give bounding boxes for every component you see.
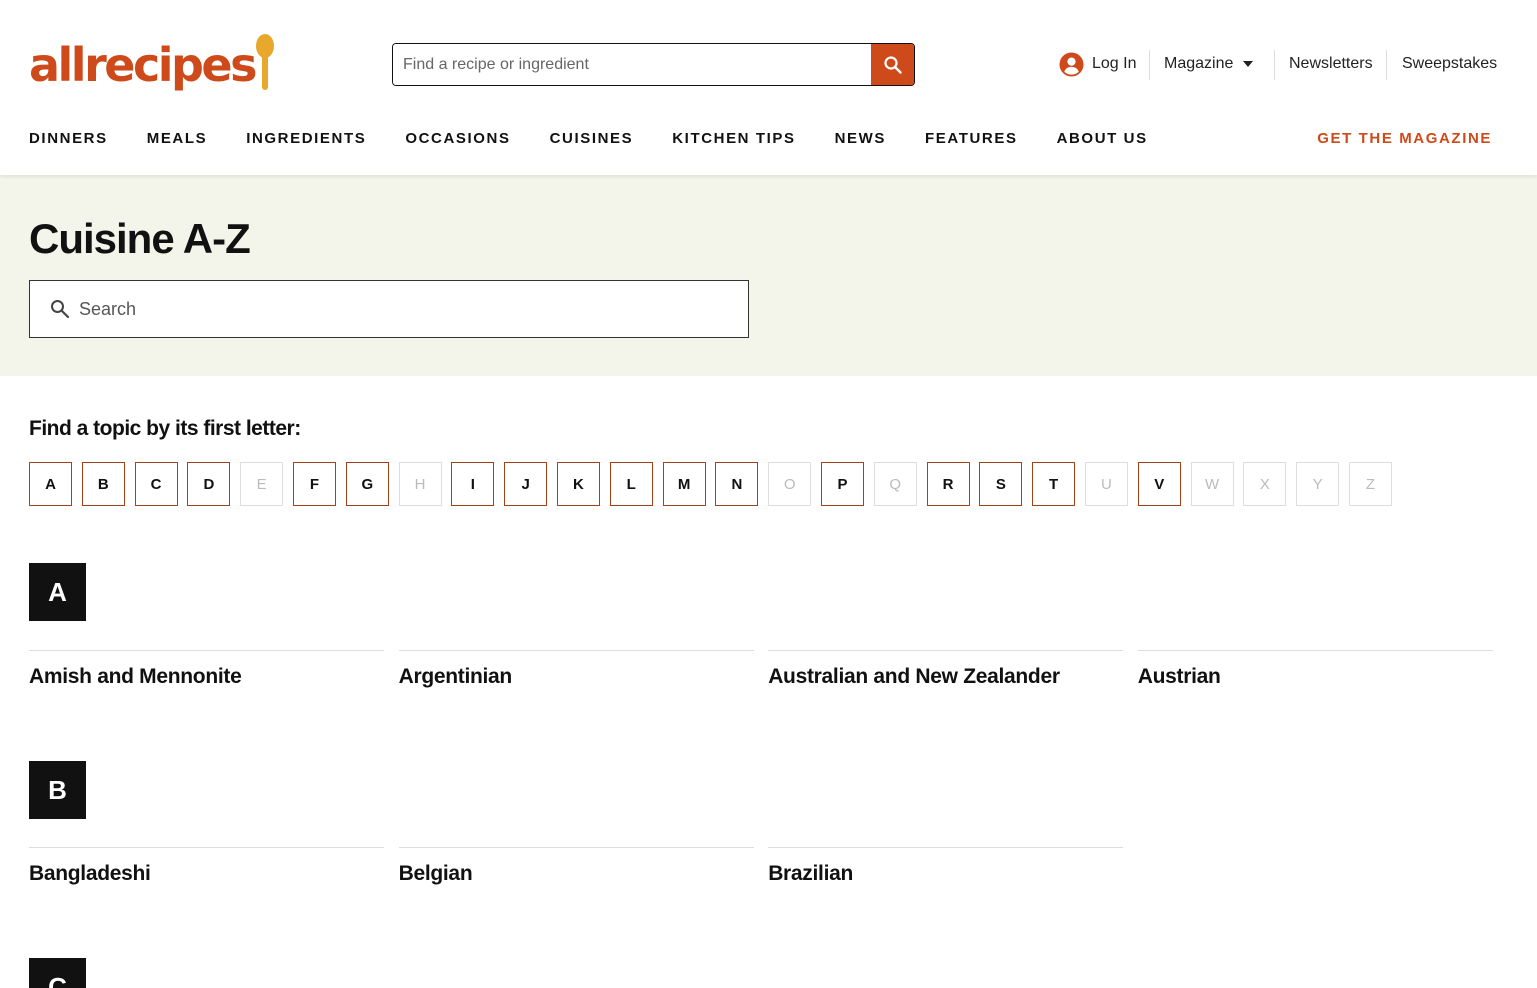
- magazine-label: Magazine: [1164, 55, 1234, 72]
- login-link[interactable]: Log In: [1059, 48, 1136, 80]
- letter-button-s[interactable]: S: [979, 462, 1023, 506]
- topic-link[interactable]: Argentinian: [398, 650, 754, 689]
- caret-down-icon: [1243, 61, 1254, 67]
- letter-button-o: O: [768, 462, 812, 506]
- letter-button-t[interactable]: T: [1032, 462, 1076, 506]
- hero-band: Cuisine A-Z: [0, 175, 1537, 376]
- utility-divider: [1386, 50, 1387, 80]
- nav-item-cuisines[interactable]: CUISINES: [550, 130, 634, 152]
- letter-index-title: Find a topic by its first letter:: [29, 417, 301, 440]
- login-label: Log In: [1092, 55, 1137, 72]
- site-header: allrecipes Log In Magazine Newsletters S…: [0, 0, 1537, 175]
- nav-item-ingredients[interactable]: INGREDIENTS: [246, 130, 366, 152]
- letter-button-g[interactable]: G: [345, 462, 389, 506]
- letter-button-d[interactable]: D: [187, 462, 231, 506]
- nav-item-kitchen-tips[interactable]: KITCHEN TIPS: [672, 130, 795, 152]
- letter-button-k[interactable]: K: [556, 462, 600, 506]
- letter-button-z: Z: [1348, 462, 1392, 506]
- letter-button-h: H: [398, 462, 442, 506]
- nav-item-features[interactable]: FEATURES: [925, 130, 1018, 152]
- topic-search-input[interactable]: [79, 298, 679, 320]
- utility-divider: [1149, 50, 1150, 80]
- letter-button-v[interactable]: V: [1137, 462, 1181, 506]
- letter-button-m[interactable]: M: [662, 462, 706, 506]
- user-circle-icon: [1059, 51, 1084, 77]
- letter-button-j[interactable]: J: [504, 462, 548, 506]
- header-search-button[interactable]: [871, 44, 914, 85]
- header-search-input[interactable]: [393, 44, 871, 85]
- letter-button-u: U: [1084, 462, 1128, 506]
- letter-button-a[interactable]: A: [29, 462, 72, 506]
- page-title: Cuisine A-Z: [29, 215, 251, 262]
- letter-index: ABCDEFGHIJKLMNOPQRSTUVWXYZ: [29, 462, 1402, 506]
- topic-search: [29, 280, 749, 338]
- main-nav: DINNERS MEALS INGREDIENTS OCCASIONS CUIS…: [29, 130, 1187, 152]
- topic-link[interactable]: Amish and Mennonite: [29, 650, 384, 689]
- newsletters-link[interactable]: Newsletters: [1289, 48, 1373, 80]
- topic-link[interactable]: Brazilian: [768, 847, 1124, 886]
- letter-button-b[interactable]: B: [81, 462, 125, 506]
- letter-button-i[interactable]: I: [451, 462, 495, 506]
- letter-button-e: E: [240, 462, 284, 506]
- letter-button-q: Q: [873, 462, 917, 506]
- magazine-dropdown[interactable]: Magazine: [1164, 48, 1254, 80]
- nav-item-about-us[interactable]: ABOUT US: [1057, 130, 1148, 152]
- search-icon: [51, 300, 70, 319]
- utility-divider: [1274, 50, 1275, 80]
- section-letter-badge: B: [29, 761, 86, 819]
- topic-link[interactable]: Bangladeshi: [29, 847, 384, 886]
- nav-item-news[interactable]: NEWS: [835, 130, 886, 152]
- allrecipes-logo[interactable]: allrecipes: [29, 34, 275, 96]
- section-letter-badge: A: [29, 563, 86, 621]
- letter-button-f[interactable]: F: [292, 462, 336, 506]
- header-search: [392, 43, 915, 86]
- get-the-magazine-link[interactable]: GET THE MAGAZINE: [1317, 130, 1492, 147]
- spoon-icon: [256, 34, 275, 94]
- letter-button-p[interactable]: P: [820, 462, 864, 506]
- letter-button-n[interactable]: N: [715, 462, 759, 506]
- letter-button-c[interactable]: C: [134, 462, 178, 506]
- letter-button-l[interactable]: L: [609, 462, 653, 506]
- letter-button-y: Y: [1296, 462, 1340, 506]
- logo-wordmark: allrecipes: [29, 38, 258, 92]
- topic-link[interactable]: Belgian: [398, 847, 754, 886]
- nav-item-occasions[interactable]: OCCASIONS: [405, 130, 510, 152]
- nav-item-meals[interactable]: MEALS: [147, 130, 208, 152]
- letter-button-x: X: [1243, 462, 1287, 506]
- search-icon: [883, 55, 902, 74]
- sweepstakes-link[interactable]: Sweepstakes: [1402, 48, 1497, 80]
- nav-item-dinners[interactable]: DINNERS: [29, 130, 108, 152]
- newsletters-label: Newsletters: [1289, 55, 1373, 72]
- sweepstakes-label: Sweepstakes: [1402, 55, 1498, 72]
- topic-link[interactable]: Australian and New Zealander: [768, 650, 1124, 689]
- section-letter-badge: C: [29, 958, 86, 988]
- topic-list: Amish and Mennonite Argentinian Australi…: [29, 650, 1507, 689]
- topic-list: Bangladeshi Belgian Brazilian: [29, 847, 1138, 886]
- letter-button-w: W: [1190, 462, 1234, 506]
- topic-link[interactable]: Austrian: [1137, 650, 1493, 689]
- letter-button-r[interactable]: R: [926, 462, 970, 506]
